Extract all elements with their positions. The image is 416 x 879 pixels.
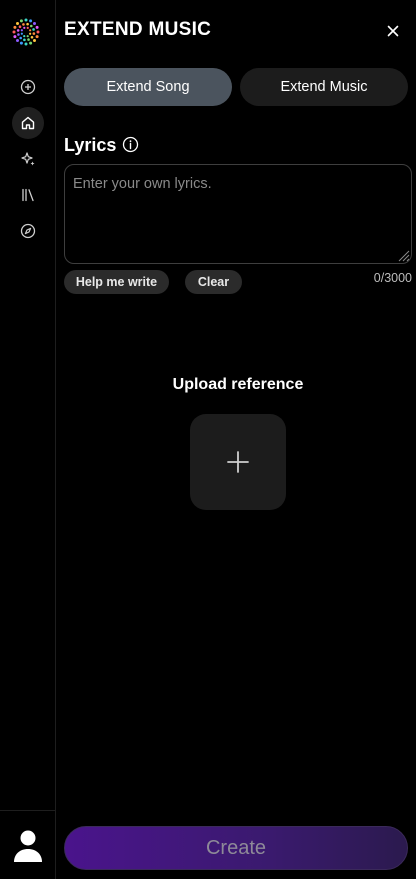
logo-dot [32,32,36,35]
logo-dot [29,41,33,45]
logo-dot [29,24,33,28]
upload-reference-label: Upload reference [172,376,304,393]
plus-icon [227,451,249,473]
sidebar-item-library[interactable] [12,179,44,211]
logo-dot [22,23,25,26]
sidebar-rail [0,0,56,879]
logo-dot [23,35,26,38]
logo-dot [36,30,40,34]
logo-dot [29,32,32,35]
logo-dot [27,38,30,41]
character-counter: 0/3000 [373,271,412,285]
info-icon[interactable] [122,136,139,153]
close-button[interactable] [380,18,406,44]
logo-dot [24,18,28,22]
sidebar-item-home[interactable] [12,107,44,139]
clear-button[interactable]: Clear [185,270,242,294]
lyrics-input[interactable] [64,164,412,264]
logo-dot [23,38,26,42]
logo-dot [32,38,36,42]
logo-dot [16,29,20,32]
logo-dot [12,30,16,34]
close-icon [387,25,399,37]
logo-dot [24,42,28,46]
plus-circle-icon [20,79,36,95]
page-title: EXTEND MUSIC [64,19,212,40]
logo-dot [32,22,36,26]
logo-dot [19,19,23,23]
compass-icon [20,223,36,239]
resize-handle-icon[interactable] [396,248,410,262]
create-button[interactable]: Create [64,826,408,870]
logo-dot [17,33,20,36]
help-me-write-button[interactable]: Help me write [64,270,169,294]
logo-dot [26,35,29,38]
logo-dot [32,28,35,31]
logo-dot [35,25,39,29]
lyrics-label: Lyrics [64,135,117,155]
logo-dot [30,35,34,39]
logo-dot [26,26,29,29]
sidebar-item-explore-ai[interactable] [12,143,44,175]
logo-dot [35,35,39,39]
app-logo-icon[interactable] [12,18,40,46]
home-icon [21,116,35,130]
logo-dot [20,29,23,32]
logo-dot [26,22,29,26]
logo-dot [18,25,22,29]
tab-extend-music[interactable]: Extend Music [240,68,408,106]
logo-dot [19,36,23,40]
logo-dot [16,38,20,42]
sidebar-divider [0,810,56,811]
logo-dot [29,29,32,32]
logo-dot [13,25,17,29]
logo-dot [19,41,23,45]
logo-dot [23,26,26,29]
sidebar-item-create[interactable] [12,71,44,103]
user-avatar-icon[interactable] [13,829,43,863]
logo-dot [16,22,20,26]
sidebar-item-discover[interactable] [12,215,44,247]
upload-reference-button[interactable] [190,414,286,510]
logo-dot [13,35,17,39]
sparkle-icon [21,152,35,166]
logo-dot [29,19,33,23]
library-icon [22,188,34,202]
logo-dot [20,32,23,35]
tab-extend-song[interactable]: Extend Song [64,68,232,106]
